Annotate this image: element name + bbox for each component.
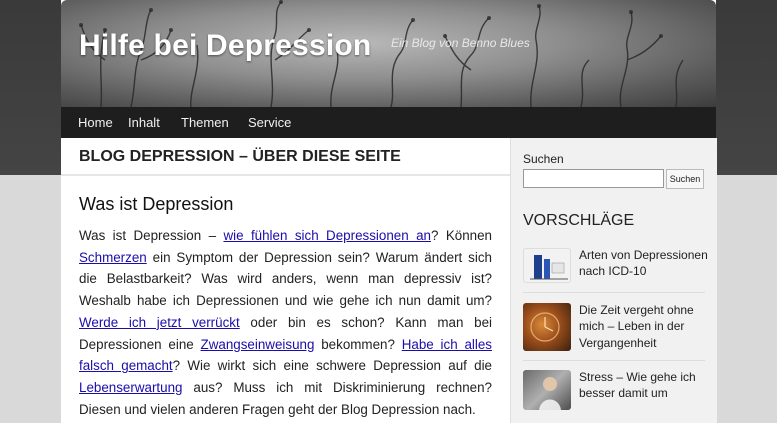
icd10-thumbnail-image [530,255,568,280]
nav-item-service[interactable]: Service [248,115,291,130]
title-divider [61,174,510,176]
search-input[interactable] [523,169,664,188]
post-title[interactable]: Stress – Wie gehe ich besser damit um [579,369,709,402]
link-schmerzen[interactable]: Schmerzen [79,250,147,265]
site-header: Hilfe bei Depression Ein Blog von Benno … [61,0,716,107]
stress-thumbnail-image [539,377,561,410]
paragraph-text: ? Wie wirkt sich eine schwere Depression… [172,358,492,374]
search-button[interactable]: Suchen [666,169,704,189]
clock-thumbnail-image [530,312,560,342]
link-lebenserwartung[interactable]: Lebenserwartung [79,380,182,395]
page-title: BLOG DEPRESSION – ÜBER DIESE SEITE [79,148,401,165]
paragraph-text: Was ist Depression – [79,228,224,243]
link-zwangseinweisung[interactable]: Zwangseinweisung [201,337,315,352]
main-navigation: Home Inhalt Themen Service [61,107,716,138]
link-werde-ich-jetzt-verrueckt[interactable]: Werde ich jetzt verrückt [79,315,240,330]
paragraph-text: bekommen? [314,336,402,352]
post-thumbnail-clock[interactable] [523,303,571,351]
sidebar: Suchen Suchen VORSCHLÄGE Arten von Depre… [510,138,717,423]
post-thumbnail-stress[interactable] [523,370,571,410]
link-wie-fuehlen-sich-depressionen-an[interactable]: wie fühlen sich Depressionen an [223,228,431,243]
paragraph-text: ? Können [430,228,492,243]
nav-item-home[interactable]: Home [78,115,113,130]
section-title: Was ist Depression [79,194,234,214]
post-thumbnail-icd10[interactable] [523,248,571,283]
site-description: Ein Blog von Benno Blues [391,36,530,50]
suggestions-title: VORSCHLÄGE [523,212,635,229]
post-title[interactable]: Die Zeit vergeht ohne mich – Leben in de… [579,302,709,351]
site-title[interactable]: Hilfe bei Depression [79,29,371,63]
nav-item-themen[interactable]: Themen [181,115,229,130]
main-content: BLOG DEPRESSION – ÜBER DIESE SEITE Was i… [61,138,510,423]
page-wrapper: Hilfe bei Depression Ein Blog von Benno … [61,0,717,423]
nav-item-inhalt[interactable]: Inhalt [128,115,160,130]
post-divider [523,292,705,293]
post-title[interactable]: Arten von Depressionen nach ICD-10 [579,247,709,280]
search-label: Suchen [523,152,564,166]
post-divider [523,360,705,361]
intro-paragraph: Was ist Depression – wie fühlen sich Dep… [79,225,492,420]
